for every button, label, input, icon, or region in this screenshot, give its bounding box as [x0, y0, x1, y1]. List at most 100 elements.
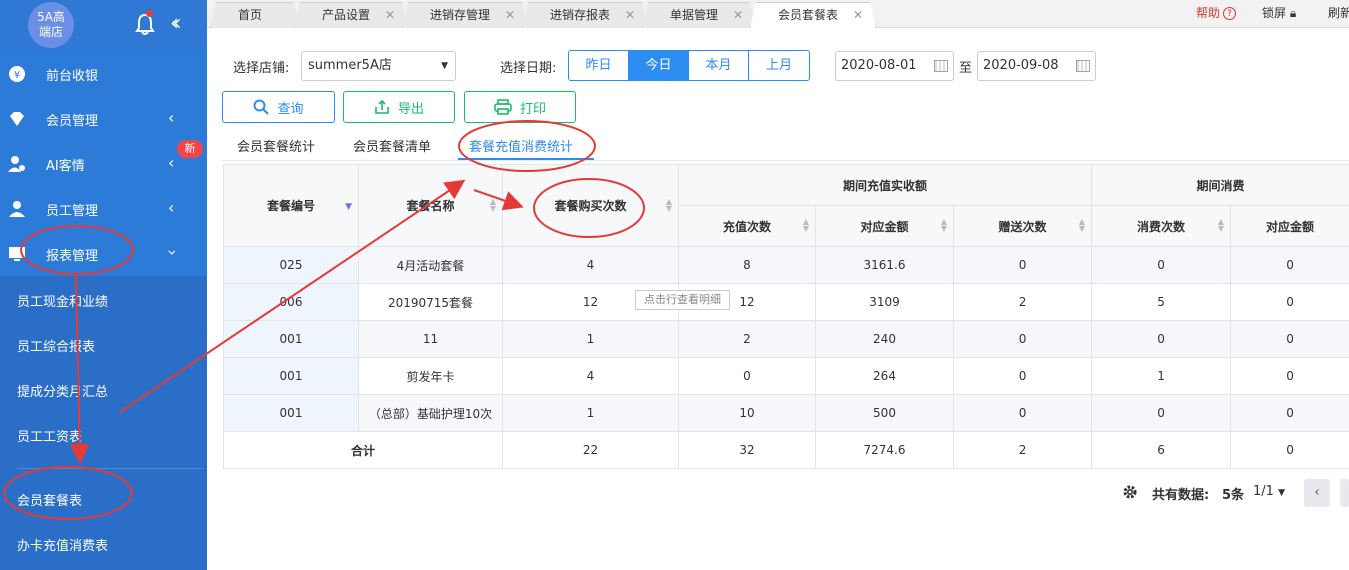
total-consume-amount: 0 — [1230, 431, 1349, 469]
caret-down-icon: ▼ — [1278, 488, 1285, 498]
search-button-label: 查询 — [277, 101, 304, 117]
total-recharge-count: 32 — [678, 431, 816, 469]
cell-recharge-count: 10 — [678, 394, 816, 432]
menu-item-ai[interactable]: AI客情 ‹ — [0, 141, 207, 186]
print-button[interactable]: 打印 — [464, 91, 576, 123]
help-link[interactable]: 帮助? — [1196, 4, 1237, 21]
user-gear-icon — [8, 156, 25, 172]
quick-today[interactable]: 今日 — [629, 51, 689, 80]
tab-documents[interactable]: 单据管理 ✕ — [642, 2, 756, 28]
th-consume-count[interactable]: 消费次数 ▲ ▼ — [1091, 205, 1232, 247]
quick-yesterday[interactable]: 昨日 — [569, 51, 629, 80]
cell-name: 11 — [358, 320, 503, 358]
tab-inventory-report[interactable]: 进销存报表 ✕ — [522, 2, 648, 28]
menu-item-reports[interactable]: 报表管理 ‹ — [0, 231, 207, 276]
th-buy-count[interactable]: 套餐购买次数 ▲ ▼ — [502, 164, 679, 247]
subtab-package-stats[interactable]: 会员套餐统计 — [237, 136, 315, 155]
cell-name: 20190715套餐 — [358, 283, 503, 321]
th-name[interactable]: 套餐名称 ▲ ▼ — [358, 164, 503, 247]
close-icon[interactable]: ✕ — [505, 3, 515, 28]
submenu-salary[interactable]: 员工工资表 — [17, 426, 82, 445]
cell-code: 001 — [223, 357, 359, 395]
sort-icon: ▲ ▼ — [940, 217, 947, 233]
total-count-value: 5条 — [1222, 488, 1245, 503]
submenu-member-package[interactable]: 会员套餐表 — [17, 490, 82, 509]
th-recharge-amount[interactable]: 对应金额 ▲ ▼ — [815, 205, 954, 247]
tab-label: 进销存报表 — [550, 8, 611, 22]
gear-icon[interactable] — [1122, 484, 1138, 500]
tab-label: 单据管理 — [670, 8, 719, 22]
chevron-down-icon: ‹ — [161, 249, 181, 256]
total-row: 合计 22 32 7274.6 2 6 0 — [223, 431, 1349, 469]
cell-code: 001 — [223, 320, 359, 358]
cell-consume-count: 0 — [1091, 394, 1232, 432]
table-row[interactable]: 006 20190715套餐 12 12 3109 2 5 0 — [223, 283, 1349, 321]
monitor-icon — [9, 247, 25, 261]
cell-recharge-amount: 264 — [815, 357, 954, 395]
sort-desc-icon: ▼ — [345, 201, 352, 212]
date-to-input[interactable]: 2020-09-08 — [977, 51, 1096, 81]
new-badge: 新 — [177, 140, 203, 158]
collapse-sidebar-icon[interactable]: ‹‹ — [170, 11, 181, 36]
quick-this-month[interactable]: 本月 — [689, 51, 749, 80]
submenu-card-recharge[interactable]: 办卡充值消费表 — [17, 535, 108, 554]
tab-home[interactable]: 首页 — [210, 2, 300, 28]
date-from-input[interactable]: 2020-08-01 — [835, 51, 954, 81]
tab-product-settings[interactable]: 产品设置 ✕ — [294, 2, 408, 28]
cell-gift-count: 0 — [952, 320, 1093, 358]
th-gift-count[interactable]: 赠送次数 ▲ ▼ — [952, 205, 1093, 247]
tab-inventory[interactable]: 进销存管理 ✕ — [402, 2, 528, 28]
menu-item-members[interactable]: 会员管理 ‹ — [0, 96, 207, 141]
quick-last-month[interactable]: 上月 — [749, 51, 809, 80]
subtab-recharge-consume[interactable]: 套餐充值消费统计 — [469, 136, 573, 155]
cell-gift-count: 2 — [952, 283, 1093, 321]
refresh-link[interactable]: 刷新 — [1328, 4, 1349, 21]
next-page-button[interactable] — [1340, 479, 1349, 507]
submenu-commission-monthly[interactable]: 提成分类月汇总 — [17, 381, 108, 400]
export-icon — [375, 99, 389, 114]
store-select-value: summer5A店 — [308, 58, 392, 73]
menu-label-ai: AI客情 — [46, 159, 85, 174]
cell-code: 001 — [223, 394, 359, 432]
close-icon[interactable]: ✕ — [385, 3, 395, 28]
total-consume-count: 6 — [1091, 431, 1232, 469]
store-select[interactable]: summer5A店 ▼ — [301, 51, 456, 81]
search-button[interactable]: 查询 — [222, 91, 335, 123]
tab-member-package[interactable]: 会员套餐表 ✕ — [750, 2, 876, 28]
notification-dot — [146, 10, 153, 17]
menu-item-cashier[interactable]: ¥ 前台收银 — [0, 51, 207, 96]
th-recharge-count[interactable]: 充值次数 ▲ ▼ — [678, 205, 816, 247]
export-button-label: 导出 — [397, 101, 424, 117]
th-code[interactable]: 套餐编号 ▼ — [223, 164, 359, 247]
help-label: 帮助 — [1196, 6, 1221, 20]
th-consume-amount[interactable]: 对应金额 — [1230, 205, 1349, 247]
submenu-staff-summary[interactable]: 员工综合报表 — [17, 336, 95, 355]
menu-label-reports: 报表管理 — [46, 249, 99, 264]
sort-icon: ▲ ▼ — [802, 217, 809, 233]
close-icon[interactable]: ✕ — [853, 3, 863, 28]
total-buy: 22 — [502, 431, 679, 469]
th-code-label: 套餐编号 — [266, 199, 315, 213]
export-button[interactable]: 导出 — [343, 91, 455, 123]
sort-icon: ▲ ▼ — [489, 196, 496, 213]
lock-screen-link[interactable]: 锁屏 🔒︎ — [1262, 4, 1296, 21]
prev-page-button[interactable]: ‹ — [1304, 479, 1330, 507]
th-label: 消费次数 — [1137, 219, 1186, 234]
table-row[interactable]: 001 （总部）基础护理10次 1 10 500 0 0 0 — [223, 394, 1349, 432]
menu-item-staff[interactable]: 员工管理 ‹ — [0, 186, 207, 231]
close-icon[interactable]: ✕ — [733, 3, 743, 28]
submenu-staff-cash[interactable]: 员工现金和业绩 — [17, 291, 108, 310]
page-indicator[interactable]: 1/1 ▼ — [1253, 484, 1285, 499]
cell-buy: 1 — [502, 320, 679, 358]
chevron-left-icon: ‹ — [168, 108, 175, 127]
calendar-icon — [934, 60, 948, 72]
cell-gift-count: 0 — [952, 394, 1093, 432]
table-row[interactable]: 025 4月活动套餐 4 8 3161.6 0 0 0 — [223, 246, 1349, 284]
subtab-package-list[interactable]: 会员套餐清单 — [353, 136, 431, 155]
th-name-label: 套餐名称 — [406, 199, 455, 213]
table-row[interactable]: 001 11 1 2 240 0 0 0 — [223, 320, 1349, 358]
menu-label-members: 会员管理 — [46, 114, 99, 129]
close-icon[interactable]: ✕ — [625, 3, 635, 28]
bell-icon[interactable] — [134, 12, 156, 36]
table-row[interactable]: 001 剪发年卡 4 0 264 0 1 0 — [223, 357, 1349, 395]
